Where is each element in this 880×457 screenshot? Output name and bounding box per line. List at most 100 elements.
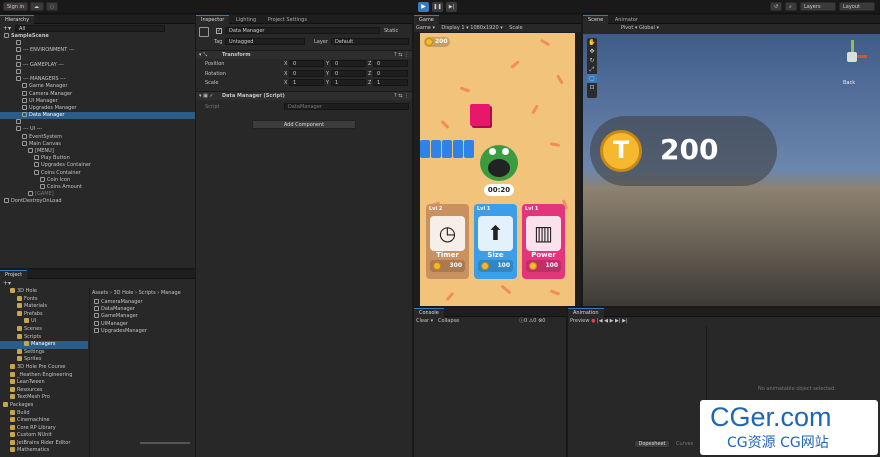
hierarchy-item[interactable]: Coins Container <box>0 169 195 177</box>
hierarchy-item[interactable]: [GAME] <box>0 191 195 198</box>
scene-gizmo[interactable] <box>835 40 871 76</box>
project-folder[interactable]: Settings <box>0 348 88 357</box>
project-file[interactable]: DataManager <box>94 306 194 313</box>
layers-dropdown[interactable]: Layers <box>800 2 836 11</box>
project-folder[interactable]: Scenes <box>0 325 88 334</box>
static-toggle[interactable]: Static <box>384 28 398 34</box>
tab-inspector[interactable]: Inspector <box>196 15 230 25</box>
game-canvas[interactable]: 200 00:20 Lvl 2 ◷ Timer 300 Lvl 1 ⬆ Size 100 Lvl… <box>420 33 575 306</box>
hierarchy-item[interactable]: Upgrades Container <box>0 162 195 169</box>
move-tool-icon[interactable]: ✥ <box>587 47 597 56</box>
hierarchy-item[interactable]: --- UI --- <box>0 126 195 133</box>
add-icon[interactable]: +▾ <box>3 25 11 32</box>
tag-dropdown[interactable]: Untagged <box>225 38 305 45</box>
transform-x-field[interactable]: 0 <box>289 69 324 77</box>
project-folder[interactable]: JetBrains Rider Editor <box>0 439 88 448</box>
zoom-slider[interactable] <box>140 442 190 444</box>
project-folder[interactable]: LeanTween <box>0 379 88 387</box>
hierarchy-item[interactable]: EventSystem <box>0 133 195 141</box>
transform-tool-icon[interactable]: ⊡ <box>587 83 597 92</box>
project-folder[interactable]: 3D Hole <box>0 288 88 296</box>
collab-icon[interactable]: ◌ <box>46 2 58 11</box>
object-name-field[interactable]: Data Manager <box>225 27 380 34</box>
search-icon[interactable]: ⌕ <box>785 2 797 11</box>
hierarchy-item[interactable]: --- ENVIRONMENT --- <box>0 47 195 54</box>
project-folder[interactable]: Fonts <box>0 295 88 304</box>
play-icon[interactable]: ▶ <box>418 2 429 12</box>
breadcrumb-item[interactable]: Scripts <box>139 290 156 296</box>
tab-project-settings[interactable]: Project Settings <box>263 16 312 25</box>
hierarchy-item[interactable] <box>0 68 195 76</box>
project-folder[interactable]: Custom NUnit <box>0 432 88 440</box>
hierarchy-item[interactable] <box>0 54 195 62</box>
hierarchy-search-input[interactable]: All <box>15 25 166 32</box>
resolution-dropdown[interactable]: 1080x1920 <box>470 25 498 31</box>
collapse-toggle[interactable]: Collapse <box>438 318 459 324</box>
project-folder[interactable]: Core RP Library <box>0 424 88 433</box>
dopesheet-button[interactable]: Dopesheet <box>634 440 670 448</box>
hierarchy-item[interactable]: SampleScene <box>0 33 195 40</box>
global-dropdown[interactable]: Global <box>639 25 655 31</box>
layer-dropdown[interactable]: Default <box>331 38 409 45</box>
cloud-icon[interactable]: ☁ <box>30 2 44 11</box>
upgrade-card-size[interactable]: Lvl 1 ⬆ Size 100 <box>474 204 517 279</box>
project-file[interactable]: UpgradesManager <box>94 327 194 335</box>
hierarchy-item[interactable]: --- GAMEPLAY --- <box>0 61 195 69</box>
project-folder[interactable]: Cinemachine <box>0 417 88 425</box>
hierarchy-item[interactable]: Coin Icon <box>0 176 195 184</box>
project-folder[interactable]: Mathematics <box>0 447 88 455</box>
add-icon[interactable]: +▾ <box>3 280 11 287</box>
playback-icons[interactable]: |◀ ◀ ▶ ▶| ▶| <box>597 318 628 324</box>
record-icon[interactable]: ● <box>591 318 595 324</box>
transform-z-field[interactable]: 0 <box>373 60 408 67</box>
pivot-dropdown[interactable]: Pivot <box>621 25 633 31</box>
hierarchy-item[interactable]: Data Manager <box>0 112 195 120</box>
add-component-button[interactable]: Add Component <box>252 120 356 129</box>
hierarchy-item[interactable]: Camera Manager <box>0 90 195 98</box>
hierarchy-tab[interactable]: Hierarchy <box>0 15 35 25</box>
hierarchy-item[interactable]: Play Button <box>0 155 195 162</box>
script-component-header[interactable]: ▾ ▣ ✓ Data Manager (Script) ? ⇆ ⋮ <box>196 91 412 100</box>
transform-x-field[interactable]: 0 <box>289 60 324 67</box>
history-icon[interactable]: ↺ <box>770 2 782 11</box>
breadcrumb-item[interactable]: Assets <box>92 290 108 296</box>
scale-slider[interactable]: Scale <box>509 25 522 31</box>
tab-lighting[interactable]: Lighting <box>231 16 261 25</box>
project-folder[interactable]: Prefabs <box>0 310 88 319</box>
transform-z-field[interactable]: 0 <box>373 69 408 77</box>
project-folder[interactable]: Resources <box>0 386 88 395</box>
scale-tool-icon[interactable]: ⤢ <box>587 65 597 74</box>
preview-toggle[interactable]: Preview <box>570 318 589 324</box>
transform-header[interactable]: ▾ ⤡ Transform ? ⇆ ⋮ <box>196 50 412 59</box>
transform-y-field[interactable]: 0 <box>331 69 366 77</box>
project-folder[interactable]: Sprites <box>0 356 88 364</box>
project-folder[interactable]: TextMesh Pro <box>0 394 88 402</box>
hierarchy-item[interactable]: Coins Amount <box>0 183 195 191</box>
hierarchy-item[interactable]: DontDestroyOnLoad <box>0 198 195 205</box>
project-folder[interactable]: 3D Hole Pre Course <box>0 363 88 372</box>
clear-button[interactable]: Clear <box>416 318 429 324</box>
hierarchy-item[interactable]: Main Canvas <box>0 140 195 148</box>
pause-icon[interactable]: ❚❚ <box>432 2 443 12</box>
project-file[interactable]: UIManager <box>94 320 194 328</box>
transform-y-field[interactable]: 0 <box>331 60 366 67</box>
upgrade-card-power[interactable]: Lvl 1 ▥ Power 100 <box>522 204 565 279</box>
transform-z-field[interactable]: 1 <box>373 79 408 86</box>
project-folder[interactable]: Build <box>0 409 88 418</box>
game-mode-dropdown[interactable]: Game <box>416 25 431 31</box>
component-menu-icon[interactable]: ? ⇆ ⋮ <box>394 52 409 58</box>
project-file[interactable]: CameraManager <box>94 299 194 306</box>
project-tab[interactable]: Project <box>0 270 28 280</box>
hierarchy-item[interactable]: Upgrades Manager <box>0 104 195 112</box>
rotate-tool-icon[interactable]: ↻ <box>587 56 597 65</box>
hierarchy-item[interactable] <box>0 119 195 126</box>
project-folder[interactable]: Managers <box>0 341 88 349</box>
hierarchy-item[interactable]: [MENU] <box>0 148 195 155</box>
breadcrumb-item[interactable]: Manage <box>161 290 181 296</box>
project-file[interactable]: GameManager <box>94 313 194 320</box>
transform-x-field[interactable]: 1 <box>289 79 324 86</box>
active-checkbox[interactable]: ✓ <box>216 28 222 34</box>
step-icon[interactable]: ▶| <box>446 2 457 12</box>
rect-tool-icon[interactable]: ▢ <box>587 74 597 83</box>
project-folder[interactable]: Scripts <box>0 333 88 342</box>
